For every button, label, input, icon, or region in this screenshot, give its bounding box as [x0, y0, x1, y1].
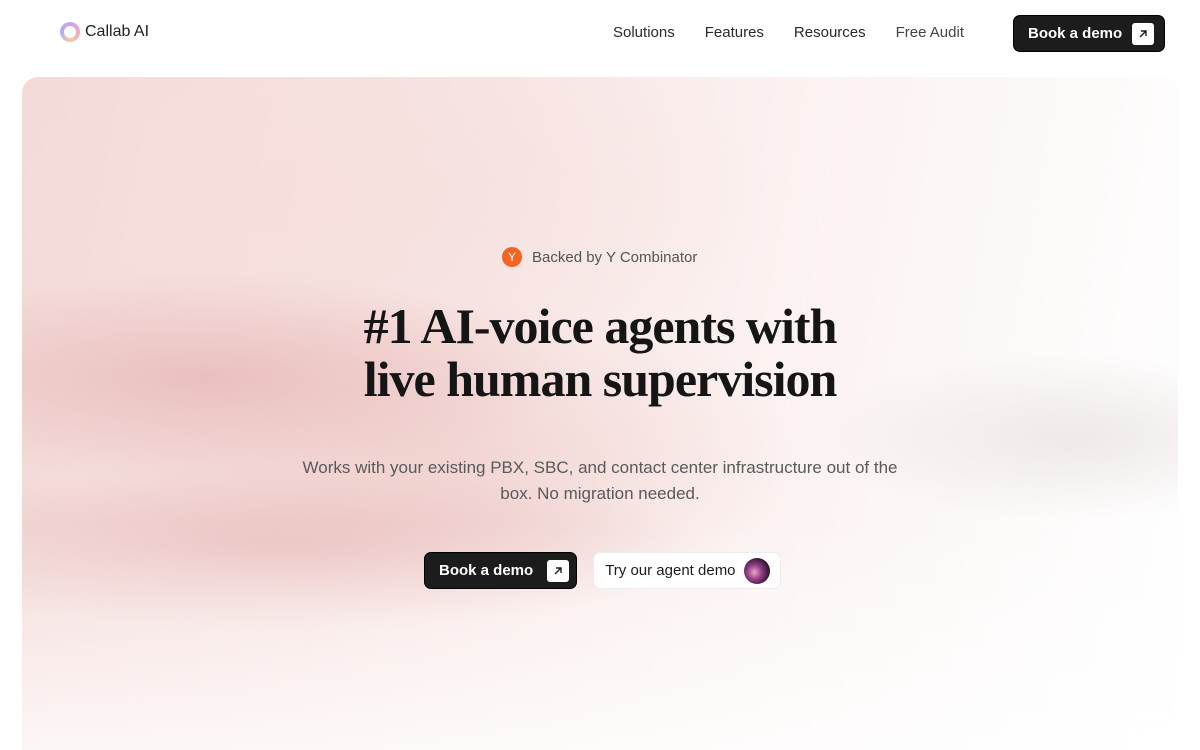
hero-book-demo-button[interactable]: Book a demo [424, 552, 578, 589]
nav-item-features[interactable]: Features [705, 24, 764, 41]
main-menu: Solutions Features Resources Free Audit [613, 24, 964, 41]
arrow-up-right-icon [1132, 22, 1155, 45]
header-book-demo-button[interactable]: Book a demo [1013, 15, 1166, 52]
try-agent-demo-label: Try our agent demo [605, 562, 736, 579]
top-navigation: Callab AI Solutions Features Resources F… [0, 0, 1200, 68]
hero-subtext: Works with your existing PBX, SBC, and c… [302, 458, 898, 503]
callab-logo-icon [60, 22, 80, 42]
arrow-up-right-icon [547, 559, 570, 582]
backed-by-text: Backed by Y Combinator [532, 248, 698, 266]
hero-cta-row: Book a demo Try our agent demo [424, 552, 781, 589]
nav-item-free-audit[interactable]: Free Audit [896, 24, 964, 41]
hero-headline: #1 AI-voice agents with live human super… [22, 300, 1178, 406]
hero-section: Y Backed by Y Combinator #1 AI-voice age… [22, 77, 1178, 750]
y-combinator-icon: Y [502, 247, 522, 267]
brand-logo[interactable]: Callab AI [60, 22, 149, 42]
headline-line-2: live human supervision [363, 351, 838, 407]
header-book-demo-label: Book a demo [1028, 25, 1123, 42]
nav-item-solutions[interactable]: Solutions [613, 24, 675, 41]
brand-name: Callab AI [85, 23, 150, 40]
headline-line-1: #1 AI-voice agents with [363, 298, 838, 354]
backed-by-badge: Y Backed by Y Combinator [502, 247, 697, 267]
agent-orb-icon [743, 557, 770, 584]
try-agent-demo-button[interactable]: Try our agent demo [593, 552, 781, 589]
hero-book-demo-label: Book a demo [439, 562, 534, 579]
nav-item-resources[interactable]: Resources [794, 24, 866, 41]
